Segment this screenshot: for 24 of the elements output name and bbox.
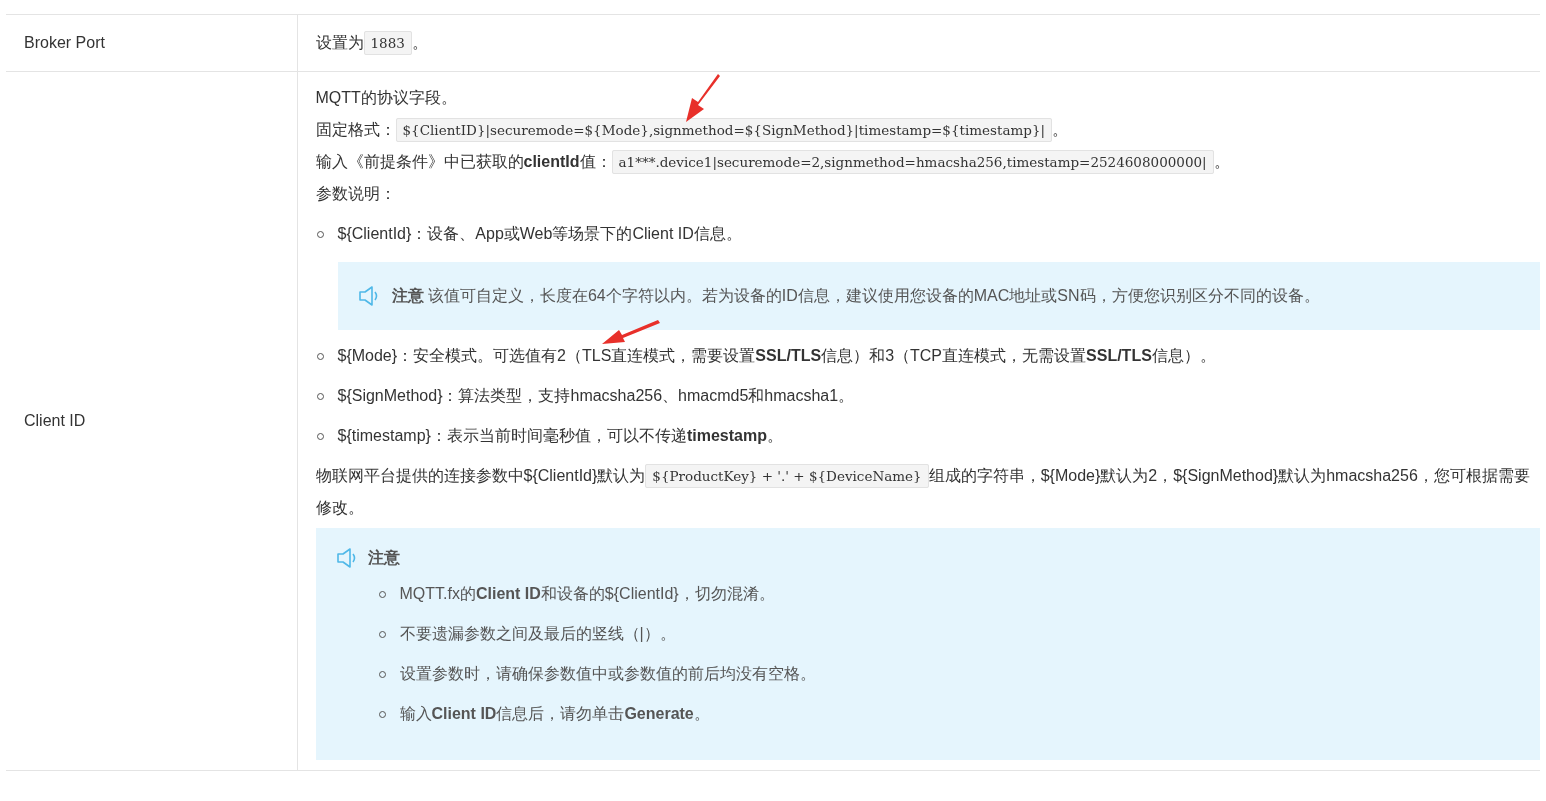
note-text: 注意 该值可自定义，长度在64个字符以内。若为设备的ID信息，建议使用您设备的MAC地址或SN码，方便您识别区分不同的设备。 xyxy=(391,286,1320,306)
paragraph-text: MQTT的协议字段。 xyxy=(315,88,457,108)
list-item-text: 设置参数时，请确保参数值中或参数值的前后均没有空格。 xyxy=(399,665,816,682)
list-item-text: ${SignMethod}：算法类型，支持hmacsha256、hmacmd5和hmacsha1。 xyxy=(337,387,855,404)
code-snippet: ${ClientID}|securemode=${Mode},signmethod=${SignMethod}|timestamp=${timestamp}| xyxy=(395,118,1053,142)
pointer-arrow xyxy=(602,320,660,344)
list-item-text: ${timestamp}：表示当前时间毫秒值，可以不传递timestamp。 xyxy=(337,427,783,444)
code-snippet: ${ProductKey} + '.' + ${DeviceName} xyxy=(645,464,929,488)
list-item-text: ${Mode}：安全模式。可选值有2（TLS直连模式，需要设置SSL/TLS信息）和3（TCP直连模式，无需设置SSL/TLS信息）。 xyxy=(337,347,1216,364)
paragraph-text: 参数说明： xyxy=(315,184,396,204)
list-item-text: MQTT.fx的Client ID和设备的${ClientId}，切勿混淆。 xyxy=(399,585,775,602)
field-label: Broker Port xyxy=(24,34,105,51)
paragraph-text: 固定格式： ${ClientID}|securemode=${Mode},signmethod=${SignMethod}|timestamp=${timestamp}| 。 xyxy=(315,114,1069,146)
pointer-arrow xyxy=(686,74,720,122)
list-item-text: 输入Client ID信息后，请勿单击Generate。 xyxy=(399,705,710,722)
list-item-text: ${ClientId}：设备、App或Web等场景下的Client ID信息。 xyxy=(337,225,742,242)
paragraph-text: 输入《前提条件》中已获取的clientId值： a1***.device1|securemode=2,signmethod=hmacsha256,timestamp=2524608000000| 。 xyxy=(315,146,1230,178)
note-title: 注意 xyxy=(367,548,400,568)
field-label: Client ID xyxy=(24,412,86,429)
code-snippet: 1883 xyxy=(363,31,412,55)
list-item-text: 不要遗漏参数之间及最后的竖线（|）。 xyxy=(399,625,676,642)
paragraph-text: 物联网平台提供的连接参数中${ClientId}默认为 ${ProductKey} + '.' + ${DeviceName} 组成的字符串，${Mode}默认为2，${SignMethod}默认为hmacsha256，您可根据需要修改。 xyxy=(315,460,1540,524)
code-snippet: a1***.device1|securemode=2,signmethod=hmacsha256,timestamp=2524608000000| xyxy=(611,150,1214,174)
paragraph-text: 设置为 1883 。 xyxy=(315,27,428,59)
